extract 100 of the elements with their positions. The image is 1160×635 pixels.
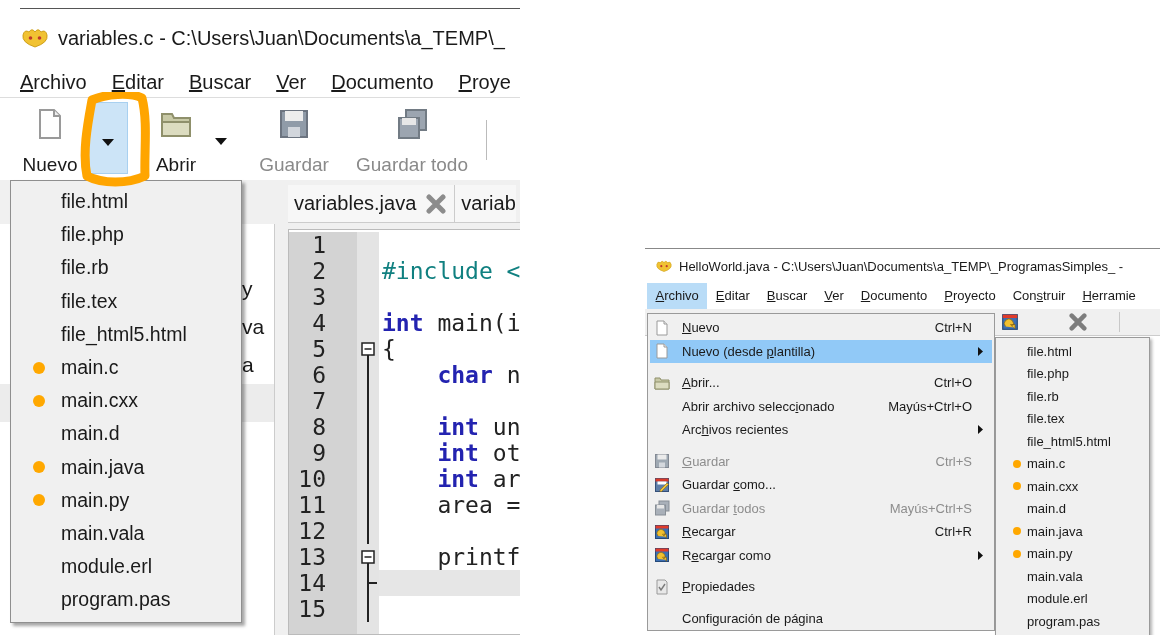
menu-item[interactable]: main.vala — [996, 565, 1149, 588]
menu-item[interactable]: main.cxx — [11, 384, 241, 418]
menu-item[interactable]: main.cxx — [996, 475, 1149, 498]
line-number: 1 — [311, 232, 327, 258]
line-number: 11 — [297, 492, 327, 518]
menu-item[interactable]: file.tex — [996, 407, 1149, 430]
menu-item[interactable]: main.d — [996, 497, 1149, 520]
menu-item[interactable]: module.erl — [11, 550, 241, 584]
new-file-button[interactable]: Nuevo — [14, 98, 86, 180]
fold-line — [367, 595, 369, 622]
menu-item[interactable]: file_html5.html — [996, 430, 1149, 453]
reload-icon — [654, 547, 670, 564]
line-number: 5 — [311, 336, 327, 362]
menu-item[interactable]: Archivo — [647, 283, 708, 309]
menu-item[interactable]: file.rb — [11, 251, 241, 285]
line-number: 6 — [311, 362, 327, 388]
menu-item[interactable]: Configuración de página — [650, 606, 992, 630]
floppies-icon — [396, 108, 428, 140]
page-icon — [654, 343, 670, 360]
line-number: 14 — [297, 570, 327, 596]
floppy-icon — [278, 108, 310, 140]
reload-icon — [654, 523, 670, 540]
menu-item[interactable]: main.c — [11, 350, 241, 385]
menu-item[interactable]: Proye — [458, 70, 511, 94]
code-line: int un — [436, 414, 520, 440]
menu-item[interactable]: file.html — [11, 185, 241, 219]
menu-item[interactable]: main.vala — [11, 516, 241, 551]
menu-item[interactable]: Propiedades — [650, 575, 992, 599]
code-line: printf — [436, 544, 520, 570]
menu-item[interactable]: program.pas — [11, 583, 241, 617]
line-number: 3 — [311, 284, 327, 310]
menu-item[interactable]: Buscar — [188, 70, 252, 94]
menu-item[interactable]: main.py — [996, 542, 1149, 565]
menu-item[interactable]: Ver — [815, 283, 853, 309]
menu-item[interactable]: file.html — [996, 340, 1149, 363]
menu-item[interactable]: Buscar — [758, 283, 816, 309]
code-line: int main(i — [381, 310, 520, 336]
menu-item[interactable]: main.java — [996, 520, 1149, 543]
line-number: 10 — [297, 466, 327, 492]
menu-item[interactable]: module.erl — [996, 587, 1149, 610]
fold-marker-icon[interactable] — [361, 550, 375, 571]
shortcut-text: Ctrl+R — [934, 524, 972, 540]
document-check-icon — [654, 578, 670, 595]
floppies-icon — [654, 500, 670, 517]
code-line: area = — [436, 492, 520, 518]
close-icon — [426, 193, 447, 214]
fold-end-line — [367, 569, 378, 597]
menu-item[interactable]: file_html5.html — [11, 317, 241, 351]
code-line: int ot — [436, 440, 520, 466]
menu-item[interactable]: main.d — [11, 417, 241, 451]
code-line: int ar — [436, 466, 520, 492]
open-button[interactable]: Abrir — [144, 98, 208, 180]
floppy-icon — [654, 453, 670, 470]
submenu-arrow-icon — [978, 425, 983, 435]
fold-marker-icon[interactable] — [361, 342, 375, 363]
shortcut-text: Mayús+Ctrl+O — [888, 398, 972, 414]
menu-item[interactable]: Recargar Ctrl+R — [650, 520, 992, 544]
menu-item[interactable]: file.php — [996, 362, 1149, 385]
menu-item[interactable]: file.tex — [11, 284, 241, 318]
window-title: HelloWorld.java - C:\Users\Juan\Documents\a_TEMP\_ProgramasSimples_ - — [679, 258, 1124, 274]
line-number: 12 — [297, 518, 327, 544]
menu-item[interactable]: main.java — [11, 450, 241, 484]
editor-tab[interactable]: variables.java — [288, 185, 456, 222]
shortcut-text: Ctrl+S — [935, 453, 972, 469]
menu-item[interactable]: Recargar como — [650, 543, 992, 567]
menu-item[interactable]: Guardar como... — [650, 473, 992, 497]
menu-item[interactable]: Abrir archivo seleccionado Mayús+Ctrl+O — [650, 394, 992, 418]
menu-item[interactable]: main.c — [996, 452, 1149, 475]
line-number: 13 — [297, 544, 327, 570]
caret-icon — [102, 139, 114, 146]
page-icon — [654, 319, 670, 336]
app-icon — [655, 258, 673, 274]
menu-item[interactable]: program.pas — [996, 610, 1149, 633]
menu-item[interactable]: Archivos recientes — [650, 418, 992, 442]
menu-item[interactable]: Proyecto — [935, 283, 1005, 309]
menu-item[interactable]: Documento — [331, 70, 434, 94]
menu-item[interactable]: Abrir... Ctrl+O — [650, 371, 992, 395]
code-line: char n — [436, 362, 520, 388]
menu-item[interactable]: file.rb — [996, 385, 1149, 408]
folder-icon — [654, 374, 670, 391]
menu-item[interactable]: Documento — [852, 283, 936, 309]
menu-item[interactable]: Ver — [276, 70, 307, 94]
menu-item[interactable]: file.php — [11, 218, 241, 252]
caret-icon — [215, 138, 227, 145]
line-number: 15 — [297, 596, 327, 622]
code-line: { — [381, 336, 397, 362]
window-title: variables.c - C:\Users\Juan\Documents\a_TEMP\_ — [58, 26, 505, 50]
app-icon — [20, 26, 50, 50]
menu-item[interactable]: Construir — [1004, 283, 1074, 309]
editor-tab[interactable]: variab — [455, 185, 516, 222]
menu-item[interactable]: Editar — [707, 283, 759, 309]
reload-icon — [1001, 313, 1019, 331]
menu-item[interactable]: Nuevo (desde plantilla) — [650, 339, 992, 363]
line-number: 7 — [311, 388, 327, 414]
menu-item[interactable]: Archivo — [20, 70, 87, 94]
menu-item[interactable]: Editar — [111, 70, 164, 94]
menu-item[interactable]: Herramie — [1073, 283, 1145, 309]
menu-item[interactable]: main.py — [11, 483, 241, 517]
code-line: #include < — [381, 258, 520, 284]
menu-item[interactable]: Nuevo Ctrl+N — [650, 316, 992, 340]
